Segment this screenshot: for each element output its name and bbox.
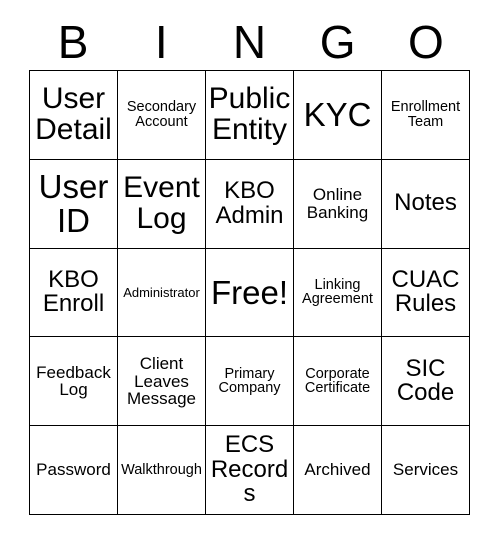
bingo-header: B I N G O [29,14,470,70]
bingo-cell-label: Free! [210,273,289,311]
bingo-cell-label: KBO Enroll [42,266,105,318]
bingo-cell-label: Corporate Certificate [304,365,371,397]
bingo-cell-label: Enrollment Team [390,99,461,130]
bingo-cell-label: Client Leaves Message [127,354,196,408]
bingo-cell-label: ECS Records [210,431,289,508]
bingo-cell[interactable]: Public Entity [206,71,294,160]
bingo-cell[interactable]: Feedback Log [30,337,118,427]
bingo-header-letter-b: B [57,16,89,68]
bingo-cell-label: User Detail [35,82,112,146]
bingo-row: User ID Event Log KBO Admin Online Banki… [30,159,470,249]
bingo-cell[interactable]: Administrator [118,248,206,338]
bingo-cell-label: Primary Company [218,365,281,397]
bingo-row: Feedback Log Client Leaves Message Prima… [30,337,470,427]
bingo-cell[interactable]: Walkthrough [118,426,206,515]
bingo-cell[interactable]: KBO Enroll [30,248,118,338]
bingo-cell-label: Archived [304,460,371,480]
bingo-header-letter-g: G [319,16,356,68]
bingo-cell[interactable]: Secondary Account [118,71,206,160]
bingo-cell[interactable]: Corporate Certificate [294,337,382,427]
bingo-cell[interactable]: Enrollment Team [382,71,470,160]
bingo-cell[interactable]: Archived [294,426,382,515]
bingo-cell[interactable]: Event Log [118,159,206,249]
bingo-cell-label: User ID [38,168,109,239]
bingo-cell[interactable]: Primary Company [206,337,294,427]
bingo-cell-label: Linking Agreement [302,276,373,308]
bingo-cell-label: Password [36,460,111,480]
bingo-row: User Detail Secondary Account Public Ent… [30,71,470,160]
bingo-cell-free[interactable]: Free! [206,248,294,338]
bingo-cell-label: CUAC Rules [391,266,460,318]
bingo-card: B I N G O User Detail Secondary Account … [0,0,500,544]
bingo-cell-label: SIC Code [396,354,455,407]
bingo-cell[interactable]: User Detail [30,71,118,160]
bingo-header-letter-o: O [407,16,444,68]
bingo-cell[interactable]: Online Banking [294,159,382,249]
bingo-cell-label: Secondary Account [126,99,197,130]
bingo-row: Password Walkthrough ECS Records Archive… [30,426,470,515]
bingo-cell-label: Services [392,460,459,480]
bingo-cell-label: Public Entity [208,82,291,146]
bingo-cell[interactable]: Client Leaves Message [118,337,206,427]
bingo-row: KBO Enroll Administrator Free! Linking A… [30,248,470,338]
bingo-grid: User Detail Secondary Account Public Ent… [29,70,470,515]
bingo-cell-label: Event Log [123,171,200,235]
bingo-cell-label: Online Banking [306,185,369,222]
bingo-cell[interactable]: KYC [294,71,382,160]
bingo-cell[interactable]: KBO Admin [206,159,294,249]
bingo-header-letter-i: I [154,16,168,68]
bingo-header-letter-n: N [232,16,267,68]
bingo-cell-label: Walkthrough [121,461,202,478]
bingo-cell-label: Feedback Log [36,362,111,400]
bingo-cell[interactable]: Notes [382,159,470,249]
bingo-cell-label: KBO Admin [215,177,284,229]
bingo-cell-label: KYC [303,96,372,134]
bingo-cell[interactable]: User ID [30,159,118,249]
bingo-cell[interactable]: SIC Code [382,337,470,427]
bingo-cell[interactable]: ECS Records [206,426,294,515]
bingo-cell[interactable]: Password [30,426,118,515]
bingo-cell[interactable]: Services [382,426,470,515]
bingo-cell[interactable]: CUAC Rules [382,248,470,338]
bingo-cell-label: Notes [394,189,457,217]
bingo-cell[interactable]: Linking Agreement [294,248,382,338]
bingo-cell-label: Administrator [123,284,200,300]
